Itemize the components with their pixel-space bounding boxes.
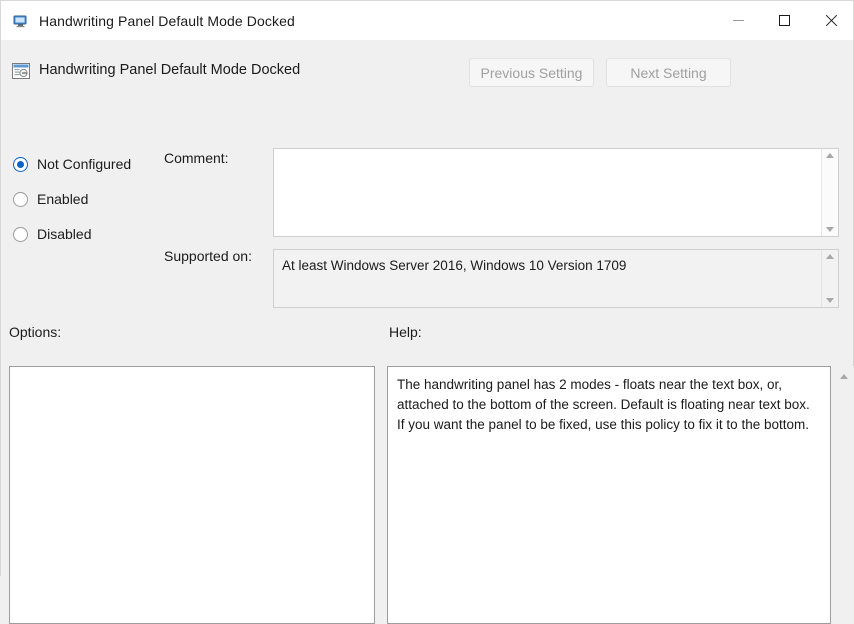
scroll-down-icon[interactable] [826, 298, 834, 303]
supported-on-scrollbar[interactable] [821, 250, 838, 307]
help-scrollbar[interactable] [833, 366, 854, 624]
comment-input[interactable] [274, 149, 821, 236]
close-button[interactable] [807, 1, 853, 40]
radio-label-enabled: Enabled [37, 191, 89, 207]
scroll-up-icon[interactable] [840, 374, 848, 379]
minimize-button[interactable] [715, 1, 761, 40]
scroll-down-icon[interactable] [826, 227, 834, 232]
dialog-body: Handwriting Panel Default Mode Docked Pr… [0, 40, 854, 624]
scroll-up-icon[interactable] [826, 254, 834, 259]
supported-on-textbox: At least Windows Server 2016, Windows 10… [273, 249, 839, 308]
scroll-up-icon[interactable] [826, 153, 834, 158]
policy-setting-icon [11, 61, 31, 81]
minimize-icon [732, 20, 744, 21]
supported-on-label: Supported on: [164, 248, 252, 264]
setting-title: Handwriting Panel Default Mode Docked [39, 62, 301, 78]
options-label: Options: [9, 324, 62, 340]
radio-disabled[interactable]: Disabled [13, 224, 91, 244]
setting-header: Handwriting Panel Default Mode Docked Pr… [1, 54, 854, 98]
group-policy-setting-window: Handwriting Panel Default Mode Docked Ha… [0, 0, 854, 624]
supported-on-value: At least Windows Server 2016, Windows 10… [282, 258, 627, 273]
comment-label: Comment: [164, 150, 229, 166]
comment-scrollbar[interactable] [821, 149, 838, 236]
radio-indicator [13, 226, 28, 242]
title-bar: Handwriting Panel Default Mode Docked [0, 0, 854, 40]
window-controls [715, 1, 853, 40]
computer-monitor-icon [13, 13, 29, 29]
radio-indicator [13, 191, 28, 207]
radio-enabled[interactable]: Enabled [13, 189, 88, 209]
help-label: Help: [389, 324, 422, 340]
help-content: The handwriting panel has 2 modes - floa… [397, 377, 810, 432]
help-panel: The handwriting panel has 2 modes - floa… [387, 366, 831, 624]
close-icon [824, 14, 837, 27]
radio-indicator-selected [13, 156, 28, 172]
previous-setting-button[interactable]: Previous Setting [469, 58, 594, 87]
next-setting-button[interactable]: Next Setting [606, 58, 731, 87]
options-panel[interactable] [9, 366, 375, 624]
comment-textbox[interactable] [273, 148, 839, 237]
window-title: Handwriting Panel Default Mode Docked [39, 12, 295, 29]
maximize-icon [778, 15, 790, 26]
radio-label-disabled: Disabled [37, 226, 92, 242]
radio-not-configured[interactable]: Not Configured [13, 154, 131, 174]
maximize-button[interactable] [761, 1, 807, 40]
radio-label-not-configured: Not Configured [37, 156, 132, 172]
